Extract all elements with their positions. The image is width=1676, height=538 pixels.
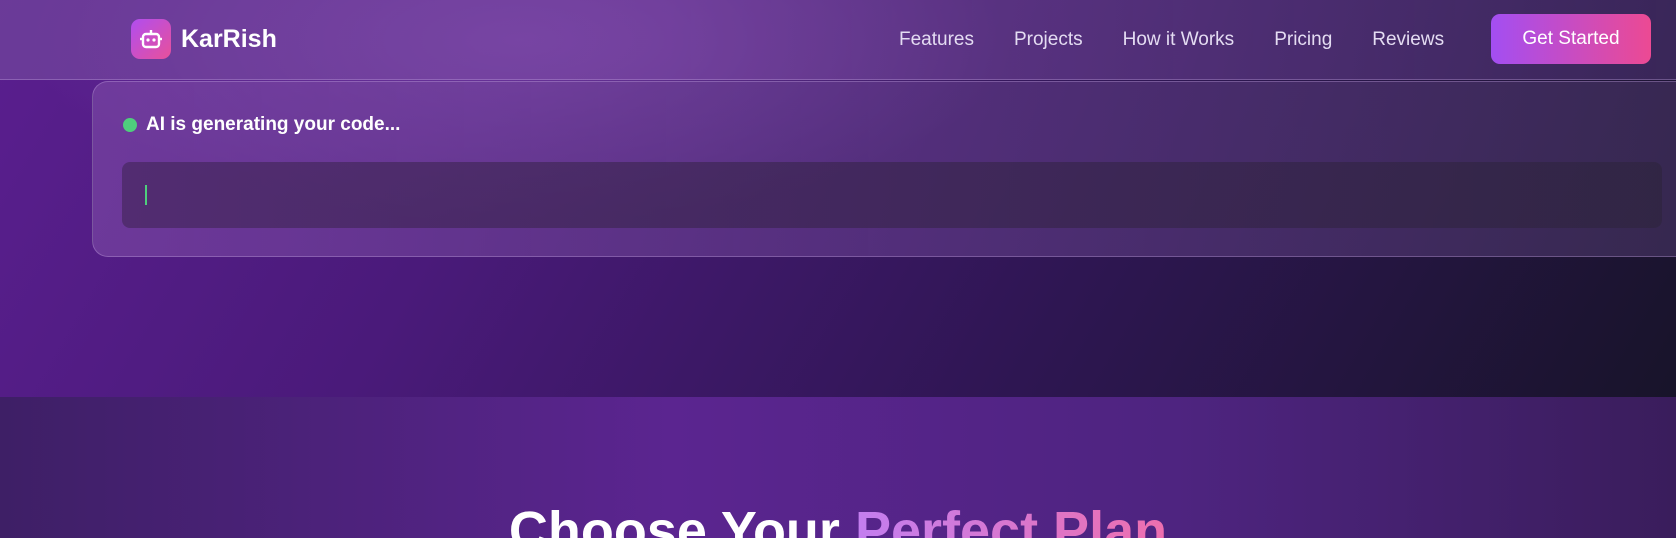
robot-icon (131, 19, 171, 59)
landing-page: KarRish Features Projects How it Works P… (0, 0, 1676, 538)
pricing-title-accent: Perfect Plan (855, 501, 1167, 538)
navbar: KarRish Features Projects How it Works P… (0, 0, 1676, 80)
nav-link-how-it-works[interactable]: How it Works (1123, 29, 1235, 51)
brand-name: KarRish (181, 24, 277, 53)
nav-link-reviews[interactable]: Reviews (1372, 29, 1444, 51)
get-started-button[interactable]: Get Started (1491, 14, 1651, 64)
status-text: AI is generating your code... (146, 114, 401, 135)
pricing-title-prefix: Choose Your (508, 501, 840, 538)
code-generator-card: AI is generating your code... (92, 81, 1676, 257)
text-cursor (145, 185, 147, 205)
nav-link-pricing[interactable]: Pricing (1274, 29, 1332, 51)
nav-links: Features Projects How it Works Pricing R… (899, 26, 1444, 54)
generator-status: AI is generating your code... (123, 114, 400, 136)
nav-link-projects[interactable]: Projects (1014, 29, 1083, 51)
pricing-section: Choose Your Perfect Plan (0, 397, 1676, 538)
pricing-title: Choose Your Perfect Plan (0, 500, 1676, 538)
code-output-area (122, 162, 1662, 228)
brand-link[interactable]: KarRish (131, 19, 277, 59)
nav-link-features[interactable]: Features (899, 29, 974, 51)
status-dot-icon (123, 118, 137, 132)
